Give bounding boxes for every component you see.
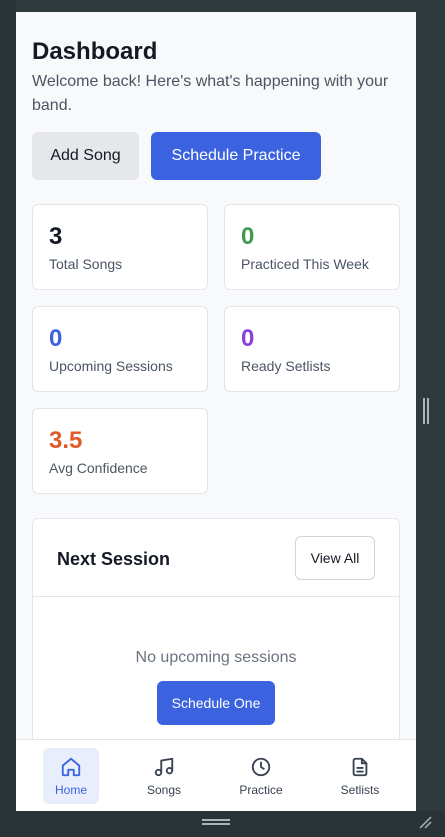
stat-card-total-songs: 3 Total Songs [32,204,208,290]
stat-label: Upcoming Sessions [49,358,173,374]
stat-card-ready-setlists: 0 Ready Setlists [224,306,400,392]
schedule-one-button[interactable]: Schedule One [157,681,275,725]
bottom-nav: Home Songs Practice Setlists [16,739,416,811]
app-window: Dashboard Welcome back! Here's what's ha… [16,12,416,811]
stat-label: Avg Confidence [49,460,148,476]
nav-label: Practice [239,782,283,797]
stat-value: 0 [241,325,255,352]
divider [33,596,399,597]
stat-card-avg-confidence: 3.5 Avg Confidence [32,408,208,494]
document-icon [352,757,368,776]
next-session-title: Next Session [57,549,171,569]
nav-label: Setlists [340,782,380,797]
nav-item-songs[interactable]: Songs [136,748,192,804]
nav-item-practice[interactable]: Practice [233,748,289,804]
clock-icon [251,757,271,776]
stat-value: 3 [49,223,63,250]
resize-grip-icon[interactable] [418,815,432,829]
next-session-card: Next Session View All No upcoming sessio… [32,518,400,739]
stat-card-practiced-this-week: 0 Practiced This Week [224,204,400,290]
stat-value: 0 [241,223,255,250]
nav-label: Songs [146,782,182,797]
window-left-edge [0,0,16,837]
music-note-icon [154,757,174,776]
dashboard-content: Dashboard Welcome back! Here's what's ha… [16,12,416,739]
home-icon [61,757,81,776]
add-song-button[interactable]: Add Song [32,132,139,180]
stat-label: Ready Setlists [241,358,331,374]
window-right-edge [416,0,445,837]
nav-label: Home [54,782,87,797]
stat-value: 0 [49,325,63,352]
resize-handle-horizontal[interactable] [202,819,230,825]
stat-label: Practiced This Week [241,256,369,272]
page-title: Dashboard [32,38,158,65]
stat-card-upcoming-sessions: 0 Upcoming Sessions [32,306,208,392]
schedule-practice-button[interactable]: Schedule Practice [151,132,321,180]
nav-item-setlists[interactable]: Setlists [332,748,388,804]
stat-label: Total Songs [49,256,123,272]
stat-value: 3.5 [49,427,83,454]
nav-item-home[interactable]: Home [43,748,99,804]
page-subtitle: Welcome back! Here's what's happening wi… [32,73,389,114]
empty-state-text: No upcoming sessions [135,649,297,666]
resize-handle-vertical[interactable] [423,398,429,424]
view-all-button[interactable]: View All [295,536,375,580]
